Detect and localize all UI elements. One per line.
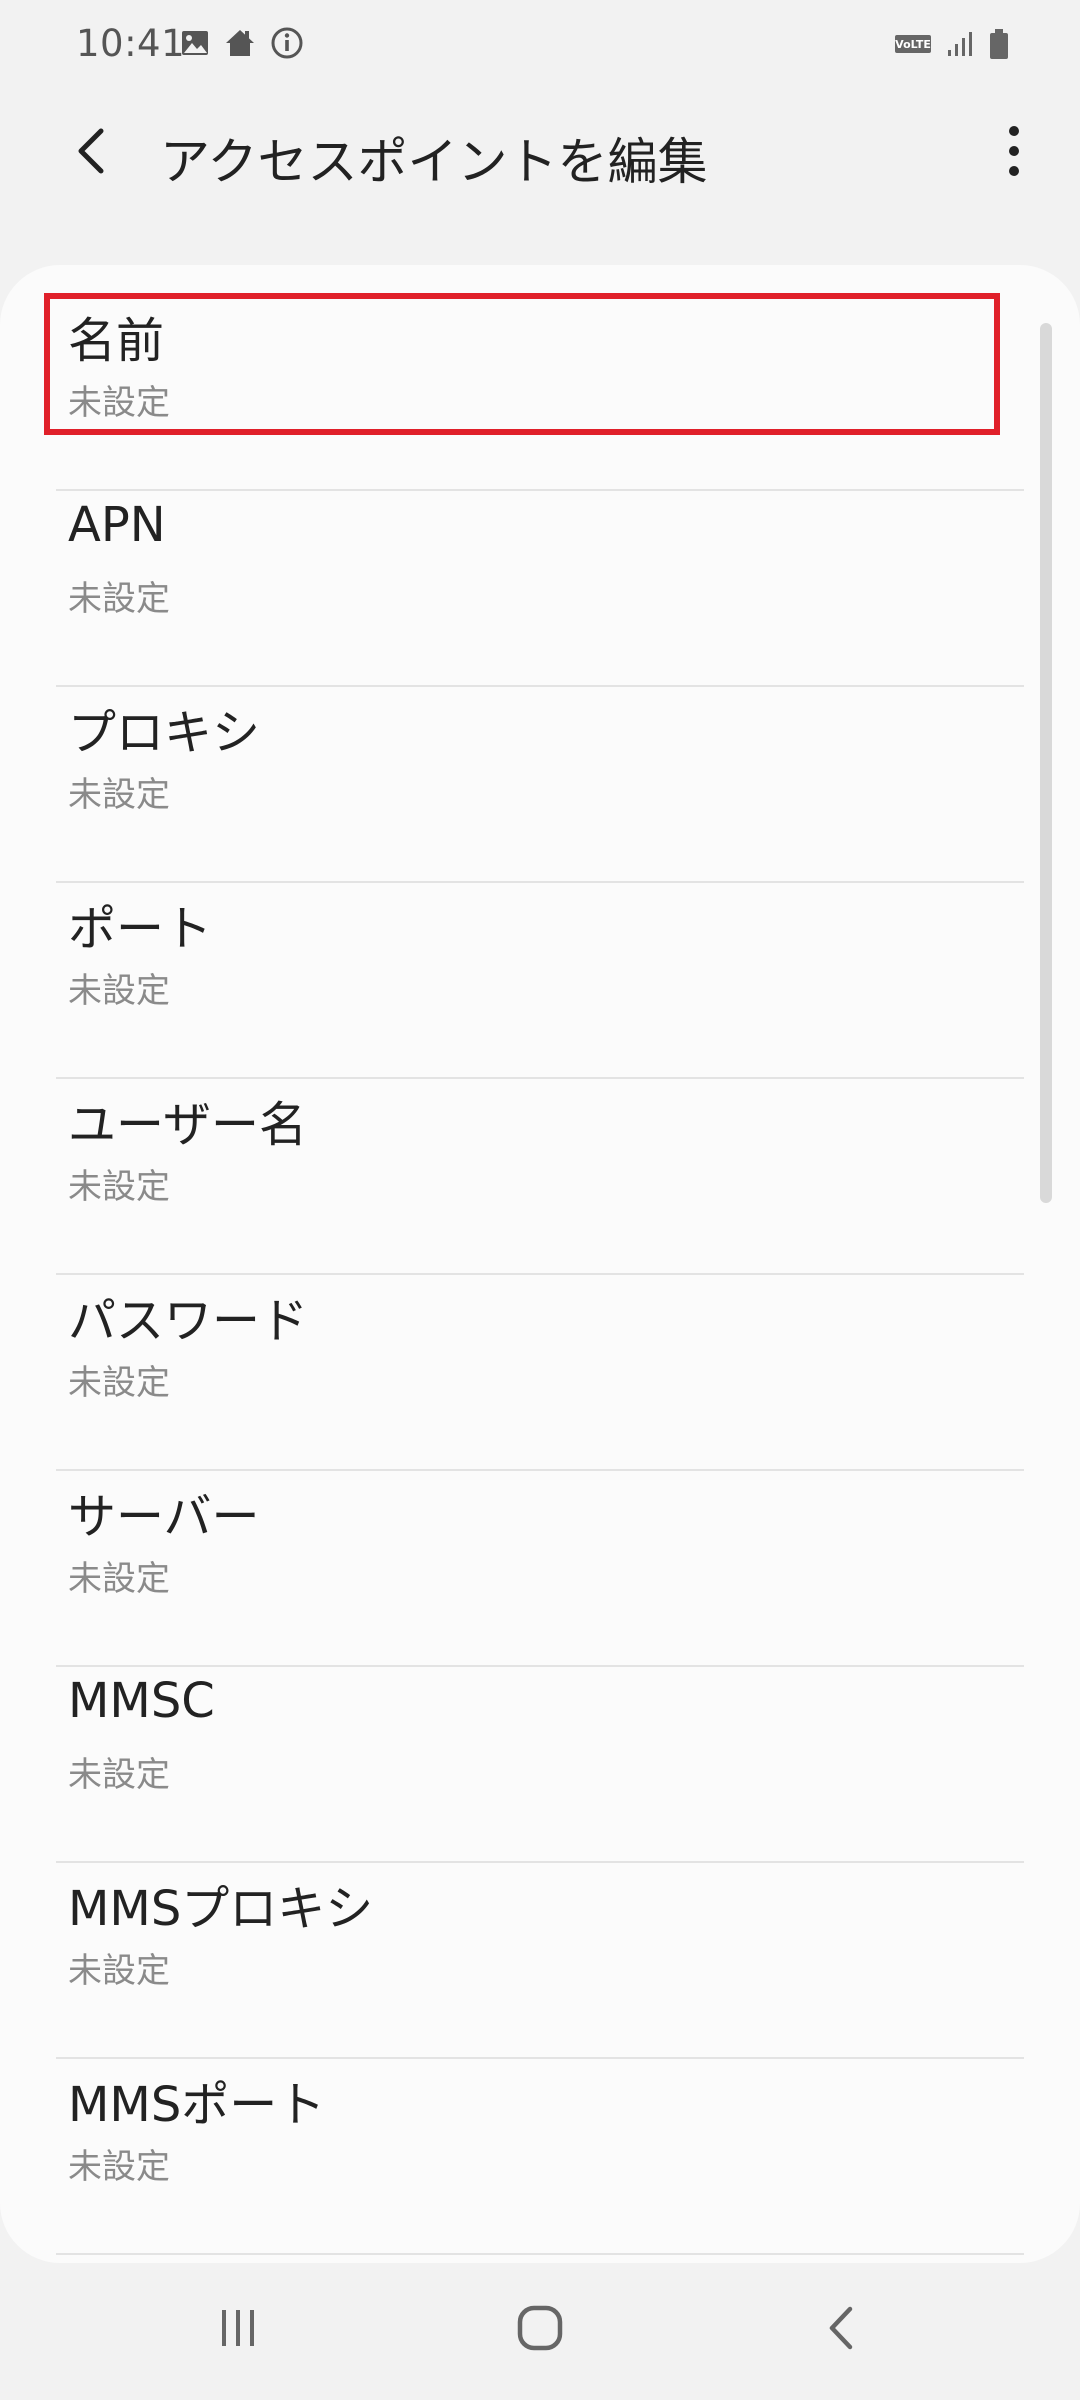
- more-options-button[interactable]: [984, 118, 1044, 188]
- item-title: MMSC: [68, 1673, 215, 1729]
- status-bar: 10:41 VoLTE: [0, 0, 1080, 92]
- item-summary: 未設定: [68, 383, 170, 423]
- recent-apps-button[interactable]: [188, 2285, 288, 2375]
- item-summary: 未設定: [68, 1363, 170, 1403]
- divider: [56, 2253, 1024, 2255]
- more-vertical-icon: [1006, 125, 1022, 181]
- list-item-mmsc[interactable]: MMSC 未設定: [56, 1667, 1024, 1863]
- back-button[interactable]: [56, 118, 126, 188]
- home-icon: [224, 28, 256, 62]
- info-icon: [270, 26, 304, 64]
- apn-settings-list: 名前 未設定 APN 未設定 プロキシ 未設定 ポート 未設定 ユーザー名 未設…: [0, 293, 1080, 2255]
- navigation-bar: [0, 2263, 1080, 2400]
- volte-icon: VoLTE: [894, 34, 932, 58]
- battery-icon: [988, 28, 1010, 64]
- item-title: サーバー: [68, 1489, 260, 1545]
- item-summary: 未設定: [68, 579, 170, 619]
- item-summary: 未設定: [68, 2147, 170, 2187]
- item-title: プロキシ: [68, 705, 261, 761]
- image-icon: [180, 28, 210, 62]
- item-summary: 未設定: [68, 1559, 170, 1599]
- item-title: MMSプロキシ: [68, 1881, 374, 1937]
- status-time: 10:41: [76, 22, 186, 65]
- home-nav-button[interactable]: [490, 2285, 590, 2375]
- back-nav-icon: [822, 2303, 862, 2357]
- item-summary: 未設定: [68, 1951, 170, 1991]
- status-icons-left: [180, 26, 304, 64]
- item-summary: 未設定: [68, 971, 170, 1011]
- item-summary: 未設定: [68, 1167, 170, 1207]
- apn-settings-card: 名前 未設定 APN 未設定 プロキシ 未設定 ポート 未設定 ユーザー名 未設…: [0, 265, 1080, 2263]
- list-item-password[interactable]: パスワード 未設定: [56, 1275, 1024, 1471]
- list-item-port[interactable]: ポート 未設定: [56, 883, 1024, 1079]
- home-button-icon: [515, 2303, 565, 2357]
- list-item-server[interactable]: サーバー 未設定: [56, 1471, 1024, 1667]
- list-item-name[interactable]: 名前 未設定: [44, 293, 1024, 491]
- back-nav-button[interactable]: [792, 2285, 892, 2375]
- recent-apps-icon: [216, 2306, 260, 2354]
- svg-text:VoLTE: VoLTE: [895, 38, 931, 51]
- list-item-proxy[interactable]: プロキシ 未設定: [56, 687, 1024, 883]
- item-title: ユーザー名: [68, 1097, 308, 1153]
- item-title: MMSポート: [68, 2077, 326, 2133]
- list-item-apn[interactable]: APN 未設定: [56, 491, 1024, 687]
- list-item-mms-proxy[interactable]: MMSプロキシ 未設定: [56, 1863, 1024, 2059]
- list-item-username[interactable]: ユーザー名 未設定: [56, 1079, 1024, 1275]
- item-title: 名前: [68, 313, 165, 369]
- app-bar: アクセスポイントを編集: [0, 92, 1080, 218]
- item-summary: 未設定: [68, 1755, 170, 1795]
- item-summary: 未設定: [68, 775, 170, 815]
- item-title: ポート: [68, 901, 213, 957]
- page-title: アクセスポイントを編集: [160, 133, 708, 191]
- chevron-left-icon: [71, 126, 111, 180]
- signal-icon: [946, 30, 974, 62]
- item-title: APN: [68, 497, 166, 553]
- status-icons-right: VoLTE: [894, 28, 1010, 64]
- list-item-mms-port[interactable]: MMSポート 未設定: [56, 2059, 1024, 2255]
- item-title: パスワード: [68, 1293, 309, 1349]
